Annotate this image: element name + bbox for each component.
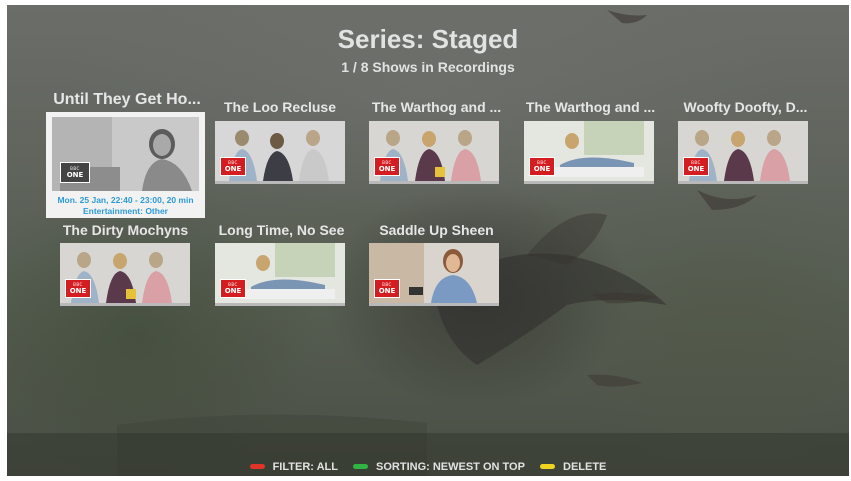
bbc-one-logo: BBC ONE	[529, 157, 555, 176]
bbc-one-logo: BBC ONE	[220, 157, 246, 176]
recording-tile[interactable]: BBC ONE	[215, 243, 345, 306]
tile-label: Woofty Doofty, D...	[683, 99, 808, 115]
bbc-one-logo: BBC ONE	[65, 279, 91, 298]
recording-tile[interactable]: BBC ONE	[60, 243, 190, 306]
green-key-icon	[353, 464, 369, 469]
background-image	[7, 10, 849, 476]
recording-tile-focused[interactable]: BBC ONE Mon. 25 Jan, 22:40 - 23:00, 20 mi…	[46, 112, 205, 218]
tile-label: Long Time, No See	[218, 222, 345, 238]
sorting-button[interactable]: SORTING: NEWEST ON TOP	[353, 461, 525, 473]
page-title: Series: Staged	[337, 24, 519, 54]
delete-button[interactable]: DELETE	[540, 461, 606, 473]
recording-tile[interactable]: BBC ONE	[524, 121, 654, 184]
tile-label: The Loo Recluse	[223, 99, 337, 115]
bbc-one-logo: BBC ONE	[374, 157, 400, 176]
tile-thumbnail: BBC ONE	[52, 117, 199, 191]
tile-label: Until They Get Ho...	[53, 91, 201, 108]
recording-details: Mon. 25 Jan, 22:40 - 23:00, 20 min Enter…	[46, 195, 205, 217]
bbc-one-logo: BBC ONE	[374, 279, 400, 298]
recording-tile[interactable]: BBC ONE	[369, 121, 499, 184]
tile-label: Saddle Up Sheen	[379, 222, 494, 238]
recording-tile[interactable]: BBC ONE	[215, 121, 345, 184]
recording-datetime: Mon. 25 Jan, 22:40 - 23:00, 20 min	[57, 195, 194, 205]
bbc-one-logo: BBC ONE	[220, 279, 246, 298]
yellow-key-icon	[540, 464, 555, 469]
recording-tile[interactable]: BBC ONE	[678, 121, 808, 184]
tile-label: The Dirty Mochyns	[62, 222, 189, 238]
color-key-legend: FILTER: ALL SORTING: NEWEST ON TOP DELET…	[7, 460, 849, 473]
delete-label: DELETE	[563, 460, 607, 473]
screen: Series: Staged 1 / 8 Shows in Recordings…	[7, 5, 849, 476]
bbc-one-logo: BBC ONE	[683, 157, 709, 176]
recording-tile[interactable]: BBC ONE	[369, 243, 499, 306]
red-key-icon	[249, 464, 265, 469]
tile-label: The Warthog and ...	[371, 99, 502, 115]
filter-button[interactable]: FILTER: ALL	[249, 460, 338, 473]
sorting-label: SORTING: NEWEST ON TOP	[376, 460, 525, 473]
filter-label: FILTER: ALL	[272, 460, 338, 473]
recording-genre: Entertainment: Other	[82, 206, 168, 216]
bbc-one-logo: BBC ONE	[60, 162, 90, 183]
tile-label: The Warthog and ...	[525, 99, 656, 115]
shows-count: 1 / 8 Shows in Recordings	[341, 59, 515, 75]
